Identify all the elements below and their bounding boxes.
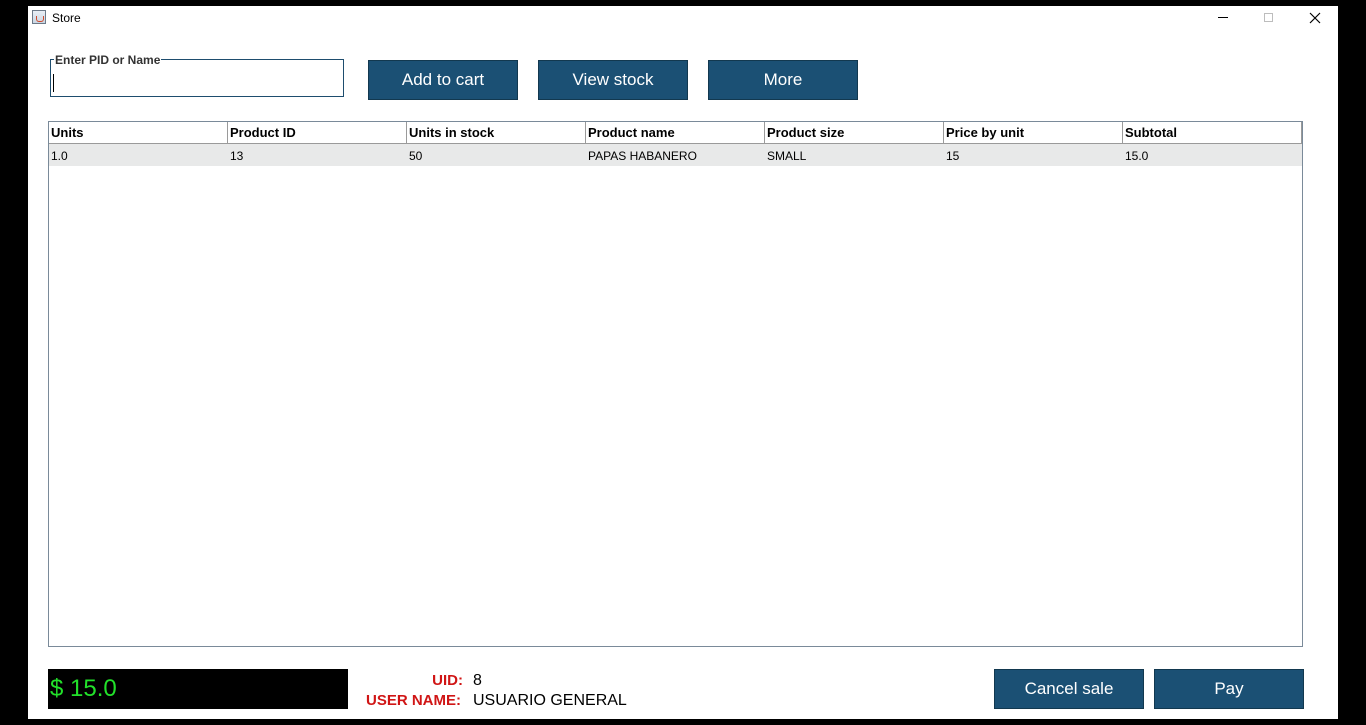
cancel-sale-button[interactable]: Cancel sale bbox=[994, 669, 1144, 709]
store-window: Store Enter PID or Name Add to cart View… bbox=[28, 6, 1338, 719]
cell-price-by-unit[interactable]: 15 bbox=[944, 144, 1123, 166]
column-header-units-in-stock[interactable]: Units in stock bbox=[407, 122, 586, 143]
text-caret bbox=[53, 74, 54, 92]
cart-table: Units Product ID Units in stock Product … bbox=[48, 121, 1303, 647]
uid-value: 8 bbox=[473, 672, 482, 689]
maximize-icon[interactable] bbox=[1246, 6, 1292, 30]
pid-or-name-input[interactable] bbox=[52, 70, 344, 94]
column-header-product-id[interactable]: Product ID bbox=[228, 122, 407, 143]
table-header: Units Product ID Units in stock Product … bbox=[49, 122, 1302, 144]
java-app-icon bbox=[32, 10, 46, 24]
cell-units-in-stock[interactable]: 50 bbox=[407, 144, 586, 166]
column-header-product-name[interactable]: Product name bbox=[586, 122, 765, 143]
uid-label: UID: bbox=[432, 672, 463, 689]
cell-product-name[interactable]: PAPAS HABANERO bbox=[586, 144, 765, 166]
total-amount-display: $ 15.0 bbox=[48, 669, 348, 709]
column-header-price-by-unit[interactable]: Price by unit bbox=[944, 122, 1123, 143]
add-to-cart-button[interactable]: Add to cart bbox=[368, 60, 518, 100]
minimize-icon[interactable] bbox=[1200, 6, 1246, 30]
window-title: Store bbox=[52, 11, 81, 25]
column-header-subtotal[interactable]: Subtotal bbox=[1123, 122, 1302, 143]
close-icon[interactable] bbox=[1292, 6, 1338, 30]
column-header-units[interactable]: Units bbox=[49, 122, 228, 143]
table-row[interactable]: 1.0 13 50 PAPAS HABANERO SMALL 15 15.0 bbox=[49, 144, 1302, 166]
pay-button[interactable]: Pay bbox=[1154, 669, 1304, 709]
username-value: USUARIO GENERAL bbox=[473, 692, 627, 709]
cell-units[interactable]: 1.0 bbox=[49, 144, 228, 166]
search-field-label: Enter PID or Name bbox=[54, 53, 162, 67]
title-bar: Store bbox=[28, 6, 1338, 30]
view-stock-button[interactable]: View stock bbox=[538, 60, 688, 100]
more-button[interactable]: More bbox=[708, 60, 858, 100]
cell-subtotal[interactable]: 15.0 bbox=[1123, 144, 1302, 166]
column-header-product-size[interactable]: Product size bbox=[765, 122, 944, 143]
cell-product-id[interactable]: 13 bbox=[228, 144, 407, 166]
username-label: USER NAME: bbox=[365, 692, 461, 709]
cell-product-size[interactable]: SMALL bbox=[765, 144, 944, 166]
